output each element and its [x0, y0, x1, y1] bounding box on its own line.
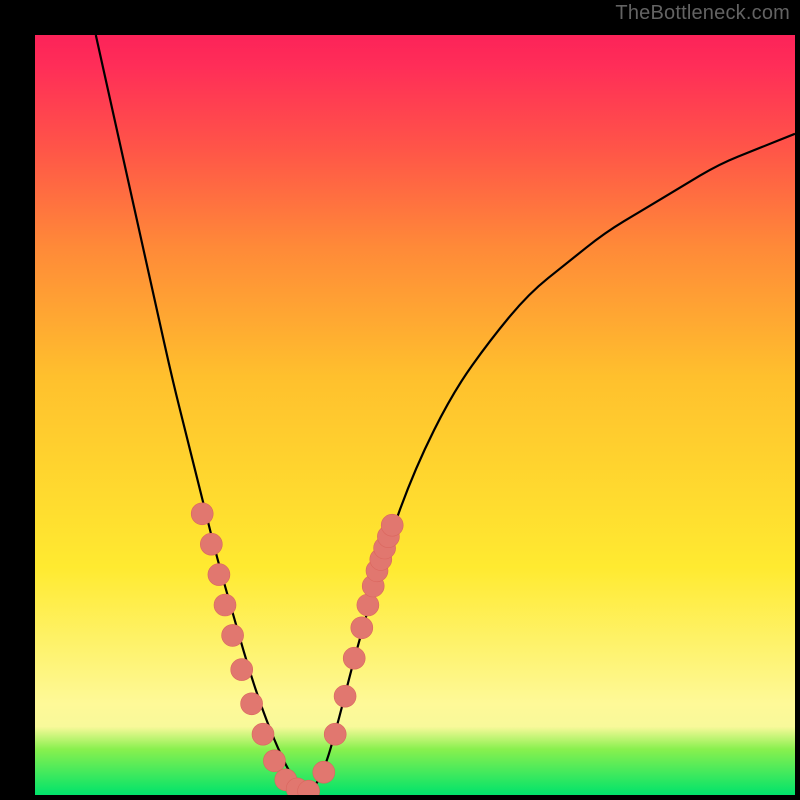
data-point [381, 514, 403, 536]
plot-svg [35, 35, 795, 795]
watermark-text: TheBottleneck.com [615, 2, 790, 25]
bottleneck-curve [96, 35, 795, 790]
data-point [252, 723, 274, 745]
plot-area [35, 35, 795, 795]
data-point [351, 617, 373, 639]
data-point [200, 533, 222, 555]
data-point [231, 659, 253, 681]
data-point [241, 693, 263, 715]
data-point [263, 750, 285, 772]
data-point [334, 685, 356, 707]
data-point [214, 594, 236, 616]
data-point [343, 647, 365, 669]
data-point [208, 564, 230, 586]
data-point [313, 761, 335, 783]
data-point [324, 723, 346, 745]
chart-frame: TheBottleneck.com [0, 0, 800, 800]
data-point [222, 624, 244, 646]
data-point [357, 594, 379, 616]
data-point [191, 503, 213, 525]
